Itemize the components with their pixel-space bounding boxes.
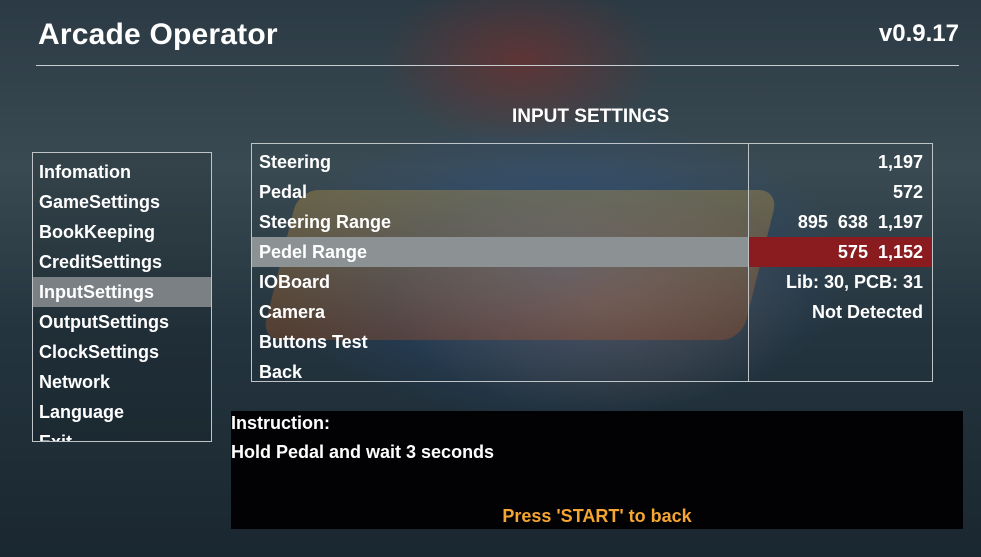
operator-menu-screen: Arcade Operator v0.9.17 INPUT SETTINGS I…: [0, 0, 981, 557]
sidebar-item-creditsettings[interactable]: CreditSettings: [33, 247, 211, 277]
press-start-hint: Press 'START' to back: [502, 506, 692, 526]
version-label: v0.9.17: [878, 20, 959, 47]
setting-row-steering[interactable]: Steering 1,197: [252, 147, 932, 177]
instruction-text: Hold Pedal and wait 3 seconds: [231, 442, 495, 462]
setting-label: Camera: [259, 302, 326, 322]
column-divider: [748, 144, 749, 381]
setting-label: IOBoard: [259, 272, 331, 292]
setting-row-buttons-test[interactable]: Buttons Test: [252, 327, 932, 357]
sidebar-menu: Infomation GameSettings BookKeeping Cred…: [32, 152, 212, 442]
section-title: INPUT SETTINGS: [512, 106, 670, 127]
setting-row-back[interactable]: Back: [252, 357, 932, 387]
setting-value: Lib: 30, PCB: 31: [785, 272, 923, 292]
instruction-box: Instruction: Hold Pedal and wait 3 secon…: [231, 411, 963, 529]
setting-row-pedel-range[interactable]: Pedel Range 575 1,152: [252, 237, 932, 267]
setting-label: Pedel Range: [259, 242, 368, 262]
header-divider: [36, 65, 959, 66]
sidebar-item-inputsettings[interactable]: InputSettings: [33, 277, 211, 307]
instruction-heading: Instruction:: [231, 413, 330, 433]
app-title: Arcade Operator: [38, 18, 278, 51]
setting-label: Back: [259, 362, 303, 382]
sidebar-item-outputsettings[interactable]: OutputSettings: [33, 307, 211, 337]
sidebar-item-language[interactable]: Language: [33, 397, 211, 427]
sidebar-item-bookkeeping[interactable]: BookKeeping: [33, 217, 211, 247]
sidebar-item-network[interactable]: Network: [33, 367, 211, 397]
setting-value: 895 638 1,197: [797, 212, 923, 232]
setting-value: Not Detected: [811, 302, 923, 322]
input-settings-panel: Steering 1,197 Pedal 572 Steering Range …: [251, 143, 933, 382]
sidebar-item-gamesettings[interactable]: GameSettings: [33, 187, 211, 217]
setting-value: 1,197: [877, 152, 923, 172]
sidebar-item-clocksettings[interactable]: ClockSettings: [33, 337, 211, 367]
sidebar-item-infomation[interactable]: Infomation: [33, 157, 211, 187]
setting-label: Steering Range: [259, 212, 392, 232]
setting-row-ioboard[interactable]: IOBoard Lib: 30, PCB: 31: [252, 267, 932, 297]
setting-label: Buttons Test: [259, 332, 368, 352]
setting-value: 575 1,152: [837, 242, 923, 262]
setting-row-pedal[interactable]: Pedal 572: [252, 177, 932, 207]
setting-value: 572: [892, 182, 923, 202]
setting-label: Steering: [259, 152, 332, 172]
setting-row-steering-range[interactable]: Steering Range 895 638 1,197: [252, 207, 932, 237]
setting-row-camera[interactable]: Camera Not Detected: [252, 297, 932, 327]
setting-label: Pedal: [259, 182, 308, 202]
sidebar-item-exit[interactable]: Exit: [33, 427, 211, 441]
